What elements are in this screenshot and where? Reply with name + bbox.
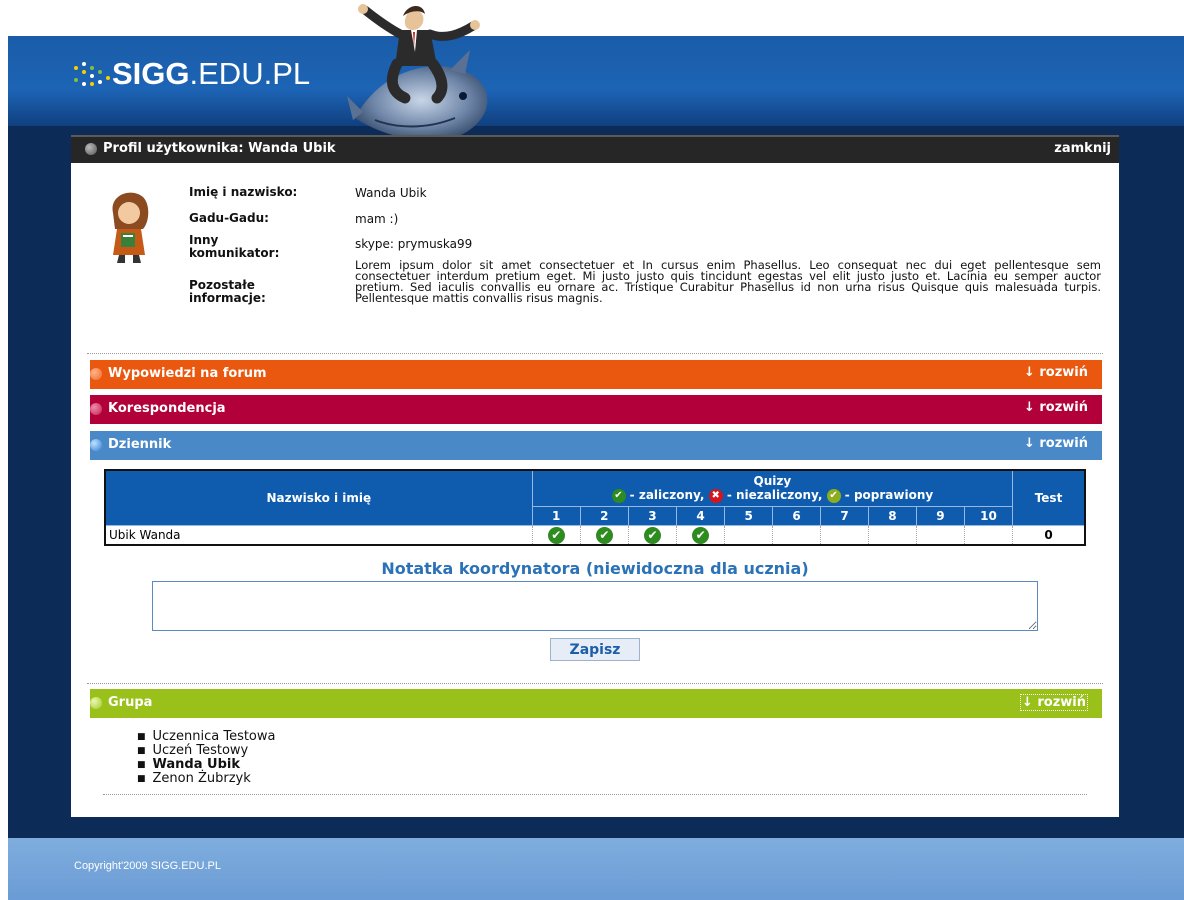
section-title: Korespondencja [108, 401, 226, 416]
profile-header-bar: Profil użytkownika: Wanda Ubik zamknij [71, 135, 1119, 163]
section-title: Grupa [108, 695, 153, 710]
section-forum[interactable]: Wypowiedzi na forum ↓ rozwiń [90, 360, 1102, 389]
profile-title: Profil użytkownika: Wanda Ubik [103, 141, 336, 156]
quiz-number-header: 9 [915, 506, 965, 526]
quiz-cell [724, 525, 774, 546]
col-test-header: Test [1012, 469, 1086, 526]
expand-link[interactable]: ↓ rozwiń [1024, 436, 1088, 451]
legend-passed: - zaliczony, [625, 488, 709, 503]
site-footer: Copyright'2009 SIGG.EDU.PL [8, 838, 1184, 900]
quiz-number-header: 4 [676, 506, 726, 526]
quiz-number-header: 6 [772, 506, 822, 526]
gg-label: Gadu-Gadu: [189, 211, 269, 225]
divider [87, 683, 1103, 684]
bullet-icon [90, 368, 102, 380]
legend-failed: - niezaliczony, [722, 488, 827, 503]
group-member-current: Wanda Ubik [137, 758, 276, 772]
quiz-number-header: 7 [820, 506, 869, 526]
quiz-cell [772, 525, 822, 546]
quiz-cell [867, 525, 917, 546]
profile-panel: Profil użytkownika: Wanda Ubik zamknij I… [71, 135, 1119, 817]
info-value: Lorem ipsum dolor sit amet consectetuer … [355, 258, 1101, 305]
col-name-header: Nazwisko i imię [104, 469, 533, 526]
section-diary[interactable]: Dziennik ↓ rozwiń [90, 431, 1102, 460]
passed-icon: ✔ [692, 526, 710, 544]
section-title: Dziennik [108, 437, 172, 452]
section-group[interactable]: Grupa ↓ rozwiń [90, 689, 1102, 718]
quiz-cell: ✔ [627, 525, 678, 546]
profile-title-wrap: Profil użytkownika: Wanda Ubik [85, 141, 336, 156]
quiz-header-title: Quizy [753, 474, 792, 489]
other-messenger-value: skype: prymuska99 [355, 237, 473, 251]
student-name-cell: Ubik Wanda [104, 525, 533, 546]
user-avatar-icon [112, 192, 149, 263]
quiz-cell [963, 525, 1014, 546]
quiz-cell [820, 525, 869, 546]
quiz-cell [915, 525, 965, 546]
bullet-icon [90, 403, 102, 415]
grades-table: Nazwisko i imię Quizy ✔ - zaliczony, ✖ -… [104, 469, 1086, 546]
test-score-cell: 0 [1012, 525, 1086, 546]
quiz-number-header: 8 [867, 506, 917, 526]
coordinator-note-input[interactable] [152, 581, 1038, 631]
quiz-number-header: 5 [724, 506, 774, 526]
table-row: Ubik Wanda ✔ ✔ ✔ ✔ 0 [104, 525, 1086, 546]
quiz-cell: ✔ [531, 525, 581, 546]
group-member[interactable]: Uczeń Testowy [137, 744, 276, 758]
bullet-icon [90, 439, 102, 451]
grades-body: Ubik Wanda ✔ ✔ ✔ ✔ 0 [104, 525, 1086, 546]
quiz-legend: ✔ - zaliczony, ✖ - niezaliczony, ✔ - pop… [534, 488, 1011, 503]
expand-link[interactable]: ↓ rozwiń [1024, 400, 1088, 415]
section-correspondence[interactable]: Korespondencja ↓ rozwiń [90, 395, 1102, 424]
gg-value: mam :) [355, 212, 399, 226]
name-value: Wanda Ubik [355, 186, 427, 200]
group-member[interactable]: Zenon Żubrzyk [137, 772, 276, 786]
bullet-icon [90, 697, 102, 709]
corrected-icon: ✔ [826, 488, 841, 503]
quiz-cell: ✔ [579, 525, 629, 546]
other-messenger-label: Inny komunikator: [189, 233, 280, 260]
name-label: Imię i nazwisko: [189, 185, 298, 199]
save-button[interactable]: Zapisz [550, 638, 640, 661]
quiz-number-header: 2 [579, 506, 629, 526]
expand-link[interactable]: ↓ rozwiń [1019, 694, 1088, 711]
quiz-number-header: 10 [963, 506, 1014, 526]
quiz-cell: ✔ [676, 525, 726, 546]
legend-corrected: - poprawiony [840, 488, 934, 503]
bullet-icon [85, 142, 97, 155]
section-title: Wypowiedzi na forum [108, 366, 267, 381]
info-label: Pozostałe informacje: [189, 278, 266, 305]
passed-icon: ✔ [611, 488, 626, 503]
passed-icon: ✔ [643, 526, 661, 544]
site-logo[interactable]: SIGG.EDU.PL [70, 44, 310, 104]
close-link[interactable]: zamknij [1054, 141, 1111, 156]
copyright-text: Copyright'2009 SIGG.EDU.PL [74, 860, 222, 872]
logo-bold: SIGG [112, 56, 190, 91]
logo-rest: .EDU.PL [189, 56, 311, 91]
logo-dots-icon [70, 54, 112, 94]
dolphin-rider-mascot-icon [347, 4, 488, 142]
divider [87, 353, 1103, 354]
group-members-list: Uczennica TestowaUczeń TestowyWanda Ubik… [137, 730, 276, 786]
quiz-header: Quizy ✔ - zaliczony, ✖ - niezaliczony, ✔… [531, 469, 1014, 507]
logo-text: SIGG.EDU.PL [112, 56, 310, 92]
group-member[interactable]: Uczennica Testowa [137, 730, 276, 744]
quiz-number-header: 1 [531, 506, 581, 526]
expand-link[interactable]: ↓ rozwiń [1024, 365, 1088, 380]
passed-icon: ✔ [547, 526, 565, 544]
failed-icon: ✖ [708, 488, 723, 503]
passed-icon: ✔ [595, 526, 613, 544]
coordinator-note-title: Notatka koordynatora (niewidoczna dla uc… [381, 559, 809, 578]
divider [103, 794, 1087, 795]
quiz-number-header: 3 [627, 506, 678, 526]
